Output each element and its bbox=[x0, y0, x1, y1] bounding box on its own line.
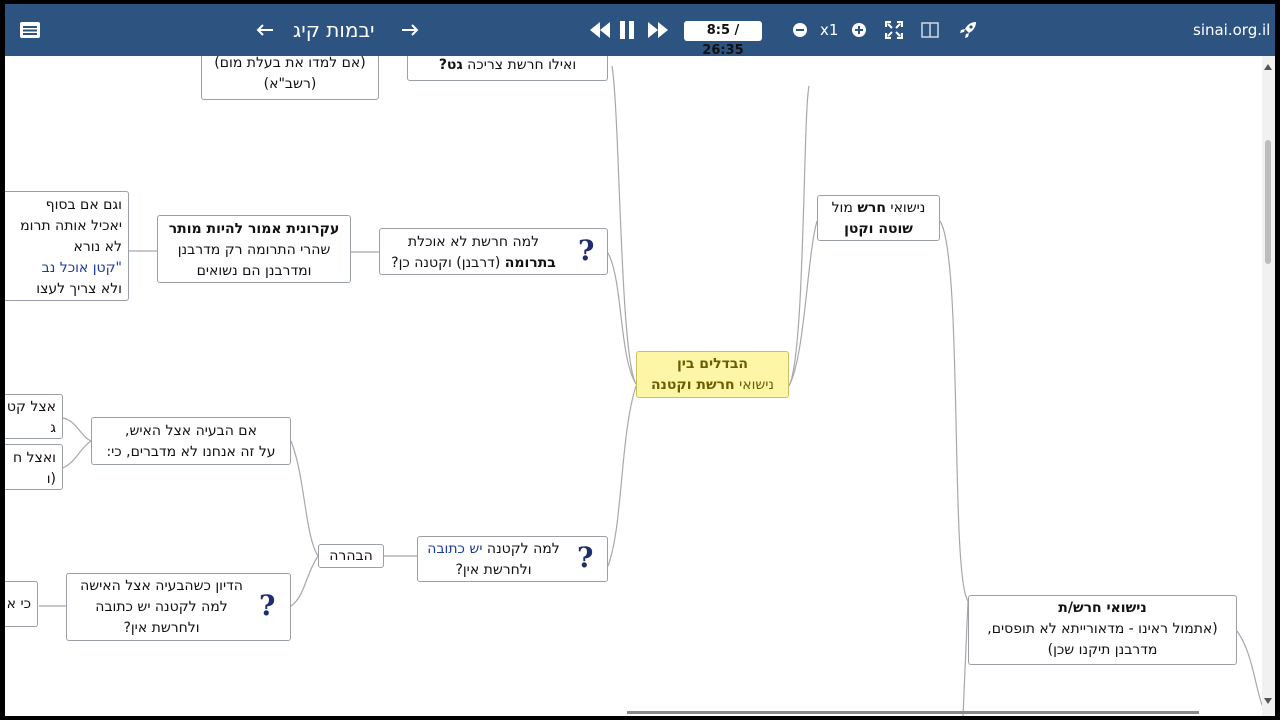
rocket-icon[interactable] bbox=[957, 4, 979, 56]
time-text: 8:5 / 26:35 bbox=[702, 23, 744, 58]
rewind-icon[interactable] bbox=[587, 4, 613, 56]
zoom-out-icon[interactable] bbox=[791, 4, 809, 56]
node-if-issue-man[interactable]: אם הבעיה אצל האיש, על זה אנחנו לא מדברים… bbox=[91, 417, 291, 465]
pause-icon[interactable] bbox=[615, 4, 639, 56]
node-small1[interactable]: אצל קט ג bbox=[5, 394, 63, 439]
node-deaf-vs-post: מול bbox=[831, 200, 858, 216]
site-name[interactable]: sinai.org.il bbox=[1193, 4, 1270, 56]
node-top-left-line1: (אם למדו את בעלת מום) bbox=[214, 56, 366, 71]
node-left-partial[interactable]: וגם אם בסוף יאכיל אותה תרומ לא נורא "קטן… bbox=[5, 191, 129, 301]
node-truma-line2: (דרבנן) וקטנה כן? bbox=[391, 255, 505, 271]
node-truma-line1: למה חרשת לא אוכלת bbox=[407, 234, 540, 250]
node-barren-line2: שהרי התרומה רק מדרבנן bbox=[177, 242, 331, 258]
node-deaf-marriage-title: נישואי חרש/ת bbox=[1058, 600, 1147, 616]
node-if-issue-line1: אם הבעיה אצל האיש, bbox=[125, 423, 257, 439]
node-deaf-vs-fool[interactable]: נישואי חרש מול שוטה וקטן bbox=[817, 195, 940, 241]
node-top-left-line2: (רשב"א) bbox=[263, 76, 317, 92]
node-truma-question[interactable]: למה חרשת לא אוכלת בתרומה (דרבנן) וקטנה כ… bbox=[379, 228, 608, 275]
node-top-mid-text: ואילו חרשת צריכה bbox=[462, 57, 577, 73]
node-discussion-line2: למה לקטנה יש כתובה bbox=[95, 599, 228, 615]
node-main-topic[interactable]: הבדלים בין נישואי חרשת וקטנה bbox=[636, 351, 789, 398]
node-barren-title: עקרונית אמור להיות מותר bbox=[168, 221, 340, 237]
node-ketuba-blue: יש כתובה bbox=[427, 541, 483, 557]
split-view-icon[interactable] bbox=[919, 4, 941, 56]
node-top-mid[interactable]: ואילו חרשת צריכה גט? bbox=[407, 56, 608, 81]
node-top-mid-bold: גט? bbox=[438, 57, 463, 73]
vertical-scrollbar[interactable] bbox=[1262, 56, 1275, 716]
node-small1-line1: אצל קט bbox=[6, 399, 56, 415]
lesson-title: יבמות קיג bbox=[293, 18, 375, 42]
node-discussion[interactable]: הדיון כשהבעיה אצל האישה למה לקטנה יש כתו… bbox=[66, 573, 291, 641]
node-left-partial-line1: וגם אם בסוף bbox=[45, 197, 122, 213]
arrow-left-icon[interactable] bbox=[253, 4, 277, 56]
node-ki-text: כי א bbox=[6, 596, 31, 612]
node-clarification-text: הבהרה bbox=[329, 548, 373, 564]
node-main-line1: הבדלים בין bbox=[676, 356, 749, 372]
node-discussion-line1: הדיון כשהבעיה אצל האישה bbox=[80, 578, 243, 594]
node-left-partial-line5: ולא צריך לעצו bbox=[36, 281, 122, 297]
node-clarification[interactable]: הבהרה bbox=[318, 544, 384, 568]
node-deaf-vs-bold: חרש bbox=[857, 200, 886, 216]
node-if-issue-line2: על זה אנחנו לא מדברים, כי: bbox=[106, 444, 276, 460]
node-barren-line3: ומדרבנן הם נשואים bbox=[196, 263, 312, 279]
menu-icon[interactable] bbox=[17, 4, 43, 56]
node-deaf-vs-line2: שוטה וקטן bbox=[844, 221, 913, 237]
question-icon: ? bbox=[577, 541, 594, 574]
node-discussion-line3: ולחרשת אין? bbox=[123, 620, 200, 636]
player-toolbar: יבמות קיג 8:5 / 26:35 x1 sinai.org.il bbox=[5, 4, 1275, 58]
node-left-partial-line2: יאכיל אותה תרומ bbox=[20, 218, 122, 234]
node-ki-partial[interactable]: כי א bbox=[5, 581, 38, 627]
node-small2-line2: (ו bbox=[46, 471, 56, 487]
scroll-up-icon[interactable] bbox=[1264, 64, 1272, 70]
fast-forward-icon[interactable] bbox=[645, 4, 671, 56]
mindmap-canvas[interactable]: (אם למדו את בעלת מום) (רשב"א) ואילו חרשת… bbox=[5, 56, 1275, 716]
horizontal-scrollbar[interactable] bbox=[627, 711, 1199, 714]
fullscreen-icon[interactable] bbox=[883, 4, 905, 56]
node-main-line2-pre: נישואי bbox=[734, 377, 775, 393]
question-icon: ? bbox=[259, 589, 276, 622]
question-icon: ? bbox=[578, 234, 595, 267]
node-top-left[interactable]: (אם למדו את בעלת מום) (רשב"א) bbox=[201, 56, 379, 100]
window-edge bbox=[1275, 56, 1280, 716]
node-small1-line2: ג bbox=[50, 420, 56, 436]
zoom-in-icon[interactable] bbox=[850, 4, 868, 56]
node-barren[interactable]: עקרונית אמור להיות מותר שהרי התרומה רק מ… bbox=[157, 215, 351, 283]
node-left-partial-line3: לא נורא bbox=[73, 239, 122, 255]
node-deaf-marriage[interactable]: נישואי חרש/ת (אתמול ראינו - מדאורייתא לא… bbox=[968, 595, 1237, 665]
node-deaf-marriage-line3: מדרבנן תיקנו שכן) bbox=[1047, 642, 1158, 658]
scroll-down-icon[interactable] bbox=[1264, 698, 1272, 704]
time-display: 8:5 / 26:35 bbox=[684, 21, 762, 58]
speed-label[interactable]: x1 bbox=[820, 4, 838, 56]
node-small2[interactable]: ואצל ח (ו bbox=[5, 444, 63, 490]
scroll-thumb[interactable] bbox=[1265, 140, 1271, 264]
node-ketuba-line2: ולחרשת אין? bbox=[455, 562, 532, 578]
node-small2-line1: ואצל ח bbox=[12, 450, 56, 466]
arrow-right-icon[interactable] bbox=[398, 4, 422, 56]
node-left-partial-line4: "קטן אוכל נב bbox=[41, 260, 122, 276]
node-ketuba-pre: למה לקטנה bbox=[482, 541, 560, 557]
node-truma-bold: בתרומה bbox=[504, 255, 556, 271]
node-deaf-vs-pre: נישואי bbox=[885, 200, 926, 216]
node-main-line2-bold: חרשת וקטנה bbox=[650, 377, 735, 393]
node-deaf-marriage-line2: (אתמול ראינו - מדאורייתא לא תופסים, bbox=[987, 621, 1218, 637]
